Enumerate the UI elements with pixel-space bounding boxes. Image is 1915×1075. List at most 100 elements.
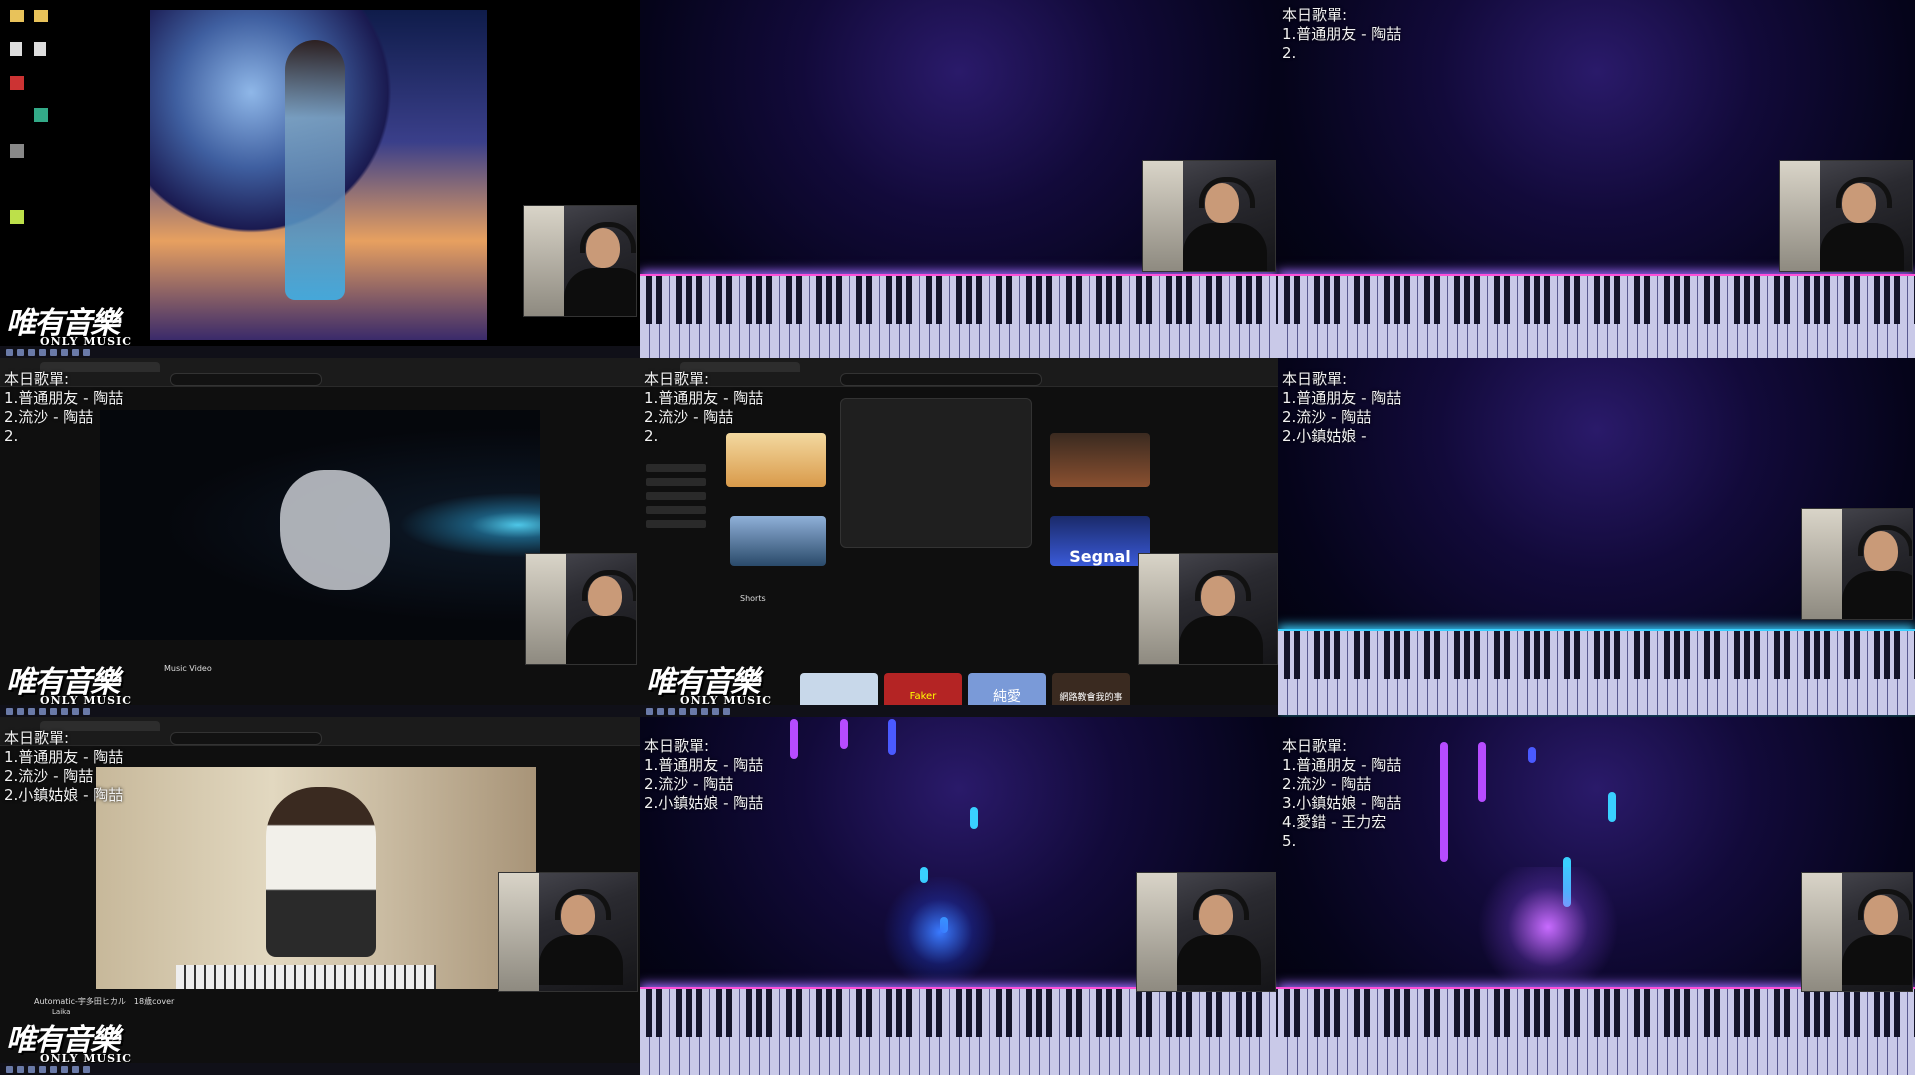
setlist-item: 2. <box>4 427 19 445</box>
falling-note <box>1608 792 1616 822</box>
video-collage: 唯有音樂 ONLY MUSIC 本日歌單: 1.普通朋友 - 陶喆 2. 本日歌單… <box>0 0 1915 1075</box>
channel-logo: 唯有音樂 ONLY MUSIC <box>6 665 132 708</box>
tile-piano-1 <box>640 0 1278 358</box>
webcam-overlay <box>1801 872 1913 992</box>
video-thumb[interactable]: Segnal <box>1050 516 1150 566</box>
setlist-item: 2. <box>1282 44 1297 62</box>
falling-note <box>970 807 978 829</box>
setlist-item: 2.流沙 - 陶喆 <box>1282 775 1372 793</box>
setlist-title: 本日歌單: <box>1282 6 1348 24</box>
webcam-overlay <box>523 205 637 317</box>
setlist-item: 2.流沙 - 陶喆 <box>644 775 734 793</box>
falling-note <box>888 719 896 755</box>
video-title: Automatic-宇多田ヒカル 18歳cover <box>34 997 175 1006</box>
setlist-item: 1.普通朋友 - 陶喆 <box>4 748 124 766</box>
sidebar-item[interactable] <box>646 464 706 472</box>
setlist-item: 3.小鎮姑娘 - 陶喆 <box>1282 794 1402 812</box>
falling-note <box>1528 747 1536 763</box>
webcam-overlay <box>1138 553 1278 665</box>
setlist-item: 1.普通朋友 - 陶喆 <box>644 756 764 774</box>
setlist-item: 2.流沙 - 陶喆 <box>1282 408 1372 426</box>
setlist-item: 2.小鎮姑娘 - 陶喆 <box>4 786 124 804</box>
setlist: 本日歌單: 1.普通朋友 - 陶喆 2.流沙 - 陶喆 3.小鎮姑娘 - 陶喆 … <box>1282 737 1401 851</box>
search-suggestions <box>840 398 1032 548</box>
setlist-title: 本日歌單: <box>4 729 70 747</box>
sidebar-item[interactable] <box>646 492 706 500</box>
falling-note <box>790 719 798 759</box>
desktop-icon-app[interactable] <box>10 210 24 224</box>
setlist-item: 1.普通朋友 - 陶喆 <box>1282 25 1402 43</box>
webcam-overlay <box>1136 872 1276 992</box>
setlist-title: 本日歌單: <box>1282 737 1348 755</box>
setlist-title: 本日歌單: <box>1282 370 1348 388</box>
desktop-icon-file[interactable] <box>10 42 22 56</box>
webcam-overlay <box>1779 160 1913 272</box>
desktop-icon-app[interactable] <box>34 108 48 122</box>
artwork-figure <box>285 40 345 300</box>
setlist-title: 本日歌單: <box>644 370 710 388</box>
sidebar-item[interactable] <box>646 520 706 528</box>
shorts-label: Shorts <box>740 594 766 603</box>
artwork-image <box>150 10 487 340</box>
piano-keyboard <box>1278 274 1915 358</box>
setlist: 本日歌單: 1.普通朋友 - 陶喆 2.流沙 - 陶喆 2. <box>4 370 123 446</box>
setlist: 本日歌單: 1.普通朋友 - 陶喆 2. <box>1282 6 1401 63</box>
piano-keyboard <box>640 274 1278 358</box>
video-thumb[interactable] <box>730 516 826 566</box>
setlist-title: 本日歌單: <box>4 370 70 388</box>
piano-keyboard <box>1278 987 1915 1075</box>
setlist: 本日歌單: 1.普通朋友 - 陶喆 2.流沙 - 陶喆 2. <box>644 370 763 446</box>
tile-desktop: 唯有音樂 ONLY MUSIC <box>0 0 640 358</box>
setlist: 本日歌單: 1.普通朋友 - 陶喆 2.流沙 - 陶喆 2.小鎮姑娘 - 陶喆 <box>644 737 763 813</box>
piano-keyboard <box>1278 629 1915 715</box>
falling-note <box>1440 742 1448 862</box>
video-player[interactable] <box>96 767 536 989</box>
channel-logo: 唯有音樂 ONLY MUSIC <box>6 1023 132 1066</box>
setlist: 本日歌單: 1.普通朋友 - 陶喆 2.流沙 - 陶喆 2.小鎮姑娘 - 陶喆 <box>4 729 123 805</box>
channel-logo: 唯有音樂 ONLY MUSIC <box>646 665 772 708</box>
tile-youtube-1: 本日歌單: 1.普通朋友 - 陶喆 2.流沙 - 陶喆 2. Music Vid… <box>0 358 640 717</box>
tile-piano-2: 本日歌單: 1.普通朋友 - 陶喆 2. <box>1278 0 1915 358</box>
sidebar-item[interactable] <box>646 506 706 514</box>
search-input[interactable] <box>170 373 322 386</box>
setlist-item: 1.普通朋友 - 陶喆 <box>1282 389 1402 407</box>
video-title: Music Video <box>164 664 212 673</box>
tile-piano-4: 本日歌單: 1.普通朋友 - 陶喆 2.流沙 - 陶喆 2.小鎮姑娘 - 陶喆 <box>640 717 1278 1075</box>
setlist-item: 2.小鎮姑娘 - 陶喆 <box>644 794 764 812</box>
note-glow <box>1468 867 1628 987</box>
webcam-overlay <box>1142 160 1276 272</box>
sidebar-item[interactable] <box>646 478 706 486</box>
piano-keyboard <box>640 987 1278 1075</box>
thumb-text: Segnal <box>1069 547 1131 566</box>
search-input[interactable] <box>170 732 322 745</box>
tile-youtube-2: 本日歌單: 1.普通朋友 - 陶喆 2.流沙 - 陶喆 2.小鎮姑娘 - 陶喆 … <box>0 717 640 1075</box>
webcam-overlay <box>1801 508 1913 620</box>
falling-note <box>1478 742 1486 802</box>
youtube-sidebar <box>646 458 706 658</box>
desktop-icon-folder[interactable] <box>34 10 48 22</box>
note-sparkles <box>880 877 1000 987</box>
video-singer <box>266 787 376 957</box>
thumb-text: 網路教會我的事 <box>1059 692 1123 703</box>
tile-piano-5: 本日歌單: 1.普通朋友 - 陶喆 2.流沙 - 陶喆 3.小鎮姑娘 - 陶喆 … <box>1278 717 1915 1075</box>
setlist-item: 1.普通朋友 - 陶喆 <box>644 389 764 407</box>
webcam-overlay <box>525 553 637 665</box>
video-thumb[interactable] <box>1050 433 1150 487</box>
setlist-item: 2.流沙 - 陶喆 <box>4 408 94 426</box>
desktop-icons <box>4 4 74 254</box>
setlist-item: 2.流沙 - 陶喆 <box>644 408 734 426</box>
thumb-text: 純愛 <box>993 689 1021 705</box>
tile-youtube-home: Segnal Shorts Faker 純愛 網路教會我的事 本日歌單: 1.普… <box>640 358 1278 717</box>
setlist-item: 4.愛錯 - 王力宏 <box>1282 813 1387 831</box>
tile-piano-3: 本日歌單: 1.普通朋友 - 陶喆 2.流沙 - 陶喆 2.小鎮姑娘 - <box>1278 358 1915 717</box>
channel-name[interactable]: Laika <box>52 1008 70 1016</box>
video-keyboard <box>176 965 436 989</box>
desktop-icon-file[interactable] <box>34 42 46 56</box>
desktop-icon-app[interactable] <box>10 144 24 158</box>
setlist-item: 5. <box>1282 832 1297 850</box>
video-player[interactable] <box>100 410 540 640</box>
search-input[interactable] <box>840 373 1042 386</box>
channel-logo: 唯有音樂 ONLY MUSIC <box>6 306 132 349</box>
desktop-icon-folder[interactable] <box>10 10 24 22</box>
desktop-icon-app[interactable] <box>10 76 24 90</box>
